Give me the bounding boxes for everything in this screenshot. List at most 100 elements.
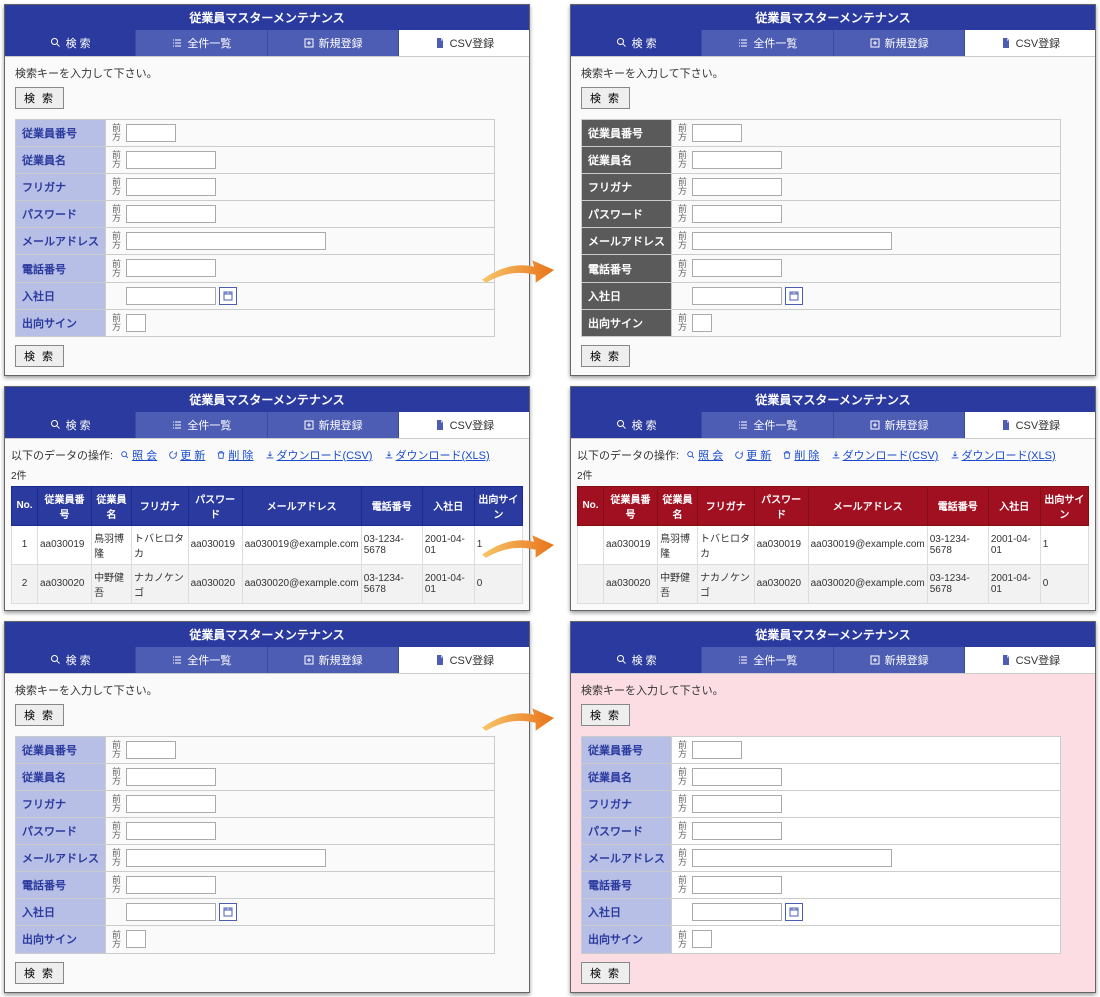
tab-search[interactable]: 検 索	[5, 647, 136, 673]
search-button-bottom[interactable]: 検 索	[15, 962, 64, 984]
input-tel[interactable]	[692, 259, 782, 277]
tab-list[interactable]: 全件一覧	[702, 647, 833, 673]
tab-search[interactable]: 検 索	[5, 30, 136, 56]
label-sign: 出向サイン	[582, 926, 672, 953]
refresh-icon	[168, 450, 178, 460]
op-update[interactable]: 更 新	[734, 450, 771, 462]
input-tel[interactable]	[692, 876, 782, 894]
tab-new[interactable]: 新規登録	[268, 412, 399, 438]
table-row[interactable]: aa030020中野健吾ナカノケンゴaa030020aa030020@examp…	[578, 564, 1089, 603]
panel-results-blue: 従業員マスターメンテナンス 検 索 全件一覧 新規登録 CSV登録 以下のデータ…	[4, 386, 530, 611]
input-joindate[interactable]	[126, 287, 216, 305]
tab-csv[interactable]: CSV登録	[399, 30, 529, 56]
search-button-bottom[interactable]: 検 索	[581, 345, 630, 367]
input-password[interactable]	[126, 822, 216, 840]
search-button-bottom[interactable]: 検 索	[581, 962, 630, 984]
tab-list[interactable]: 全件一覧	[136, 647, 267, 673]
input-furigana[interactable]	[692, 178, 782, 196]
label-empname: 従業員名	[16, 763, 106, 790]
input-sign[interactable]	[692, 930, 712, 948]
input-empno[interactable]	[126, 741, 176, 759]
input-empno[interactable]	[126, 124, 176, 142]
input-password[interactable]	[126, 205, 216, 223]
col-header: フリガナ	[698, 486, 755, 525]
tab-list[interactable]: 全件一覧	[136, 412, 267, 438]
tab-list[interactable]: 全件一覧	[136, 30, 267, 56]
result-count: 2件	[577, 467, 1089, 482]
label-email: メールアドレス	[582, 228, 672, 255]
label-furigana: フリガナ	[16, 174, 106, 201]
search-icon	[616, 37, 628, 49]
tab-search[interactable]: 検 索	[571, 647, 702, 673]
tab-search[interactable]: 検 索	[5, 412, 136, 438]
search-button-bottom[interactable]: 検 索	[15, 345, 64, 367]
input-email[interactable]	[126, 232, 326, 250]
input-empno[interactable]	[692, 741, 742, 759]
table-row[interactable]: 1aa030019鳥羽博隆トバヒロタカaa030019aa030019@exam…	[12, 525, 523, 564]
op-dlxls[interactable]: ダウンロード(XLS)	[384, 450, 490, 462]
op-delete[interactable]: 削 除	[216, 450, 253, 462]
input-email[interactable]	[692, 232, 892, 250]
col-header: メールアドレス	[242, 486, 361, 525]
input-empno[interactable]	[692, 124, 742, 142]
tab-csv[interactable]: CSV登録	[965, 412, 1095, 438]
input-empname[interactable]	[126, 768, 216, 786]
search-button-top[interactable]: 検 索	[581, 87, 630, 109]
input-empname[interactable]	[692, 151, 782, 169]
input-empname[interactable]	[126, 151, 216, 169]
tab-new[interactable]: 新規登録	[268, 30, 399, 56]
input-sign[interactable]	[126, 314, 146, 332]
op-view[interactable]: 照 会	[120, 450, 157, 462]
col-header: 従業員番号	[38, 486, 92, 525]
plus-icon	[869, 654, 881, 666]
calendar-icon[interactable]	[219, 287, 237, 305]
tab-search[interactable]: 検 索	[571, 30, 702, 56]
input-tel[interactable]	[126, 259, 216, 277]
tab-new[interactable]: 新規登録	[834, 647, 965, 673]
tab-new[interactable]: 新規登録	[834, 412, 965, 438]
calendar-icon[interactable]	[785, 903, 803, 921]
download-icon	[384, 450, 394, 460]
input-joindate[interactable]	[692, 287, 782, 305]
tab-csv[interactable]: CSV登録	[399, 412, 529, 438]
op-dlcsv[interactable]: ダウンロード(CSV)	[265, 450, 373, 462]
input-furigana[interactable]	[126, 795, 216, 813]
input-email[interactable]	[126, 849, 326, 867]
tab-csv[interactable]: CSV登録	[965, 647, 1095, 673]
input-email[interactable]	[692, 849, 892, 867]
panel-search-pink: 従業員マスターメンテナンス 検 索 全件一覧 新規登録 CSV登録 検索キーを入…	[570, 621, 1096, 993]
search-button-top[interactable]: 検 索	[581, 704, 630, 726]
op-dlxls[interactable]: ダウンロード(XLS)	[950, 450, 1056, 462]
input-password[interactable]	[692, 822, 782, 840]
input-furigana[interactable]	[692, 795, 782, 813]
input-password[interactable]	[692, 205, 782, 223]
download-icon	[950, 450, 960, 460]
input-joindate[interactable]	[126, 903, 216, 921]
label-furigana: フリガナ	[582, 174, 672, 201]
tab-new[interactable]: 新規登録	[834, 30, 965, 56]
input-sign[interactable]	[126, 930, 146, 948]
input-sign[interactable]	[692, 314, 712, 332]
op-view[interactable]: 照 会	[686, 450, 723, 462]
search-button-top[interactable]: 検 索	[15, 87, 64, 109]
input-empname[interactable]	[692, 768, 782, 786]
list-icon	[737, 37, 749, 49]
tab-csv[interactable]: CSV登録	[965, 30, 1095, 56]
op-update[interactable]: 更 新	[168, 450, 205, 462]
input-joindate[interactable]	[692, 903, 782, 921]
tab-new[interactable]: 新規登録	[268, 647, 399, 673]
tab-list[interactable]: 全件一覧	[702, 412, 833, 438]
op-delete[interactable]: 削 除	[782, 450, 819, 462]
input-tel[interactable]	[126, 876, 216, 894]
tab-csv[interactable]: CSV登録	[399, 647, 529, 673]
search-button-top[interactable]: 検 索	[15, 704, 64, 726]
table-row[interactable]: 2aa030020中野健吾ナカノケンゴaa030020aa030020@exam…	[12, 564, 523, 603]
calendar-icon[interactable]	[785, 287, 803, 305]
search-icon	[616, 654, 628, 666]
table-row[interactable]: aa030019鳥羽博隆トバヒロタカaa030019aa030019@examp…	[578, 525, 1089, 564]
tab-search[interactable]: 検 索	[571, 412, 702, 438]
calendar-icon[interactable]	[219, 903, 237, 921]
op-dlcsv[interactable]: ダウンロード(CSV)	[831, 450, 939, 462]
tab-list[interactable]: 全件一覧	[702, 30, 833, 56]
input-furigana[interactable]	[126, 178, 216, 196]
